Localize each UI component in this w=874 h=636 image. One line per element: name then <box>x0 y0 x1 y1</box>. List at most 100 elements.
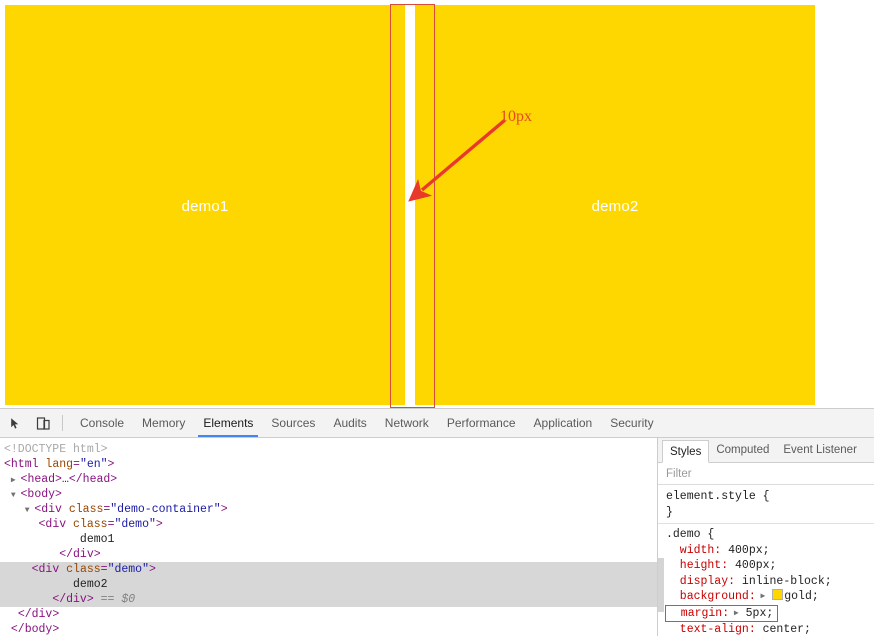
dom-token: > <box>93 548 101 561</box>
dom-token: </ <box>59 548 74 561</box>
dom-node-row[interactable]: ▼ <body> <box>0 487 657 502</box>
dom-indent <box>4 593 52 606</box>
css-selector[interactable]: .demo { <box>666 527 874 543</box>
css-property-name: text-align: <box>666 623 756 636</box>
devtools-tab-elements[interactable]: Elements <box>194 410 262 437</box>
dom-token: head <box>27 473 56 486</box>
dom-node-row[interactable]: <div class="demo"> <box>0 517 657 532</box>
css-property-name: width: <box>666 543 722 557</box>
css-rule-close: } <box>666 505 673 519</box>
styles-scroll-indicator[interactable] <box>658 558 664 612</box>
styles-tab-styles[interactable]: Styles <box>662 440 710 463</box>
inspect-cursor-icon[interactable] <box>2 411 28 435</box>
css-property-value: center; <box>755 623 811 636</box>
demo-container: demo1 demo2 <box>0 0 874 406</box>
css-property-name: background: <box>666 590 756 603</box>
styles-tab-computed[interactable]: Computed <box>709 439 776 462</box>
css-declaration[interactable]: width: 400px; <box>666 543 874 559</box>
devtools-body: <!DOCTYPE html> <html lang="en"> ▶ <head>… <box>0 438 874 636</box>
dom-node-row[interactable]: demo2 <box>0 577 657 592</box>
devtools-tab-application[interactable]: Application <box>525 410 602 437</box>
devtools-tab-console[interactable]: Console <box>71 410 133 437</box>
dom-token <box>66 518 73 531</box>
chevron-down-icon[interactable]: ▼ <box>25 506 35 515</box>
dom-token: div <box>31 608 53 621</box>
css-declaration-text: width: 400px; <box>666 544 770 557</box>
css-property-name: height: <box>666 559 729 572</box>
dom-indent <box>4 503 25 516</box>
css-declaration-text: background: ▶ gold; <box>666 589 819 603</box>
demo-box-2-label: demo2 <box>591 198 639 215</box>
css-declaration[interactable]: display: inline-block; <box>666 574 874 590</box>
dom-token: class <box>73 518 108 531</box>
css-selector[interactable]: element.style { <box>666 489 874 505</box>
dom-node-row[interactable]: <html lang="en"> <box>0 457 657 472</box>
dom-indent <box>4 608 18 621</box>
devtools-tab-audits[interactable]: Audits <box>324 410 375 437</box>
dom-node-row[interactable]: <!DOCTYPE html> <box>0 442 657 457</box>
css-declaration-text: margin: ▶ 5px; <box>665 604 779 622</box>
chevron-right-icon[interactable]: ▶ <box>729 609 739 618</box>
dom-node-row[interactable]: demo1 <box>0 532 657 547</box>
dom-token: div <box>66 593 87 606</box>
dom-token: > <box>86 593 94 606</box>
styles-rules-list: element.style {} .demo { width: 400px; he… <box>658 485 874 636</box>
dom-token: == $0 <box>93 593 136 606</box>
dom-token: > <box>148 563 156 576</box>
chevron-down-icon[interactable]: ▼ <box>11 491 21 500</box>
css-rule-block: element.style {} <box>666 489 874 520</box>
dom-indent <box>4 623 11 636</box>
styles-tabbar: Styles Computed Event Listener <box>658 438 874 463</box>
dom-token: <!DOCTYPE html> <box>4 443 108 456</box>
dom-token: div <box>41 503 62 516</box>
css-declaration[interactable]: height: 400px; <box>666 558 874 574</box>
chevron-right-icon[interactable]: ▶ <box>11 476 21 485</box>
device-toolbar-icon[interactable] <box>30 411 56 435</box>
devtools-toolbar: Console Memory Elements Sources Audits Networ… <box>0 409 874 438</box>
color-swatch-icon[interactable] <box>772 589 784 600</box>
dom-indent <box>4 533 80 546</box>
dom-token: "demo-container" <box>110 503 221 516</box>
dom-token: demo1 <box>79 533 115 546</box>
dom-node-row[interactable]: ▼ <div class="demo-container"> <box>0 502 657 517</box>
css-declaration[interactable]: background: ▶ gold; <box>666 589 874 605</box>
dom-token: </ <box>10 623 25 636</box>
css-declaration[interactable]: margin: ▶ 5px; <box>665 604 874 622</box>
dom-tree-pane[interactable]: <!DOCTYPE html> <html lang="en"> ▶ <head>… <box>0 438 657 636</box>
devtools-panel: Console Memory Elements Sources Audits Networ… <box>0 408 874 636</box>
css-declaration[interactable]: text-align: center; <box>666 622 874 636</box>
devtools-tab-performance[interactable]: Performance <box>438 410 525 437</box>
dom-token: = <box>73 458 80 471</box>
dom-token: > <box>107 458 115 471</box>
styles-tab-event-listener[interactable]: Event Listener <box>776 439 864 462</box>
dom-indent <box>4 578 73 591</box>
dom-node-row[interactable]: ▶ <head>…</head> <box>0 472 657 487</box>
devtools-tab-network[interactable]: Network <box>376 410 438 437</box>
dom-node-row[interactable]: </div> <box>0 607 657 622</box>
dom-token: "demo" <box>107 563 149 576</box>
dom-indent <box>4 548 59 561</box>
css-property-value: 5px; <box>738 606 774 620</box>
dom-token: div <box>38 563 60 576</box>
devtools-tab-security[interactable]: Security <box>601 410 662 437</box>
dom-token: < <box>31 563 39 576</box>
css-property-name: display: <box>666 574 736 588</box>
dom-token: body <box>24 623 53 636</box>
devtools-tab-memory[interactable]: Memory <box>133 410 194 437</box>
styles-filter-input[interactable]: Filter <box>658 463 874 485</box>
dom-node-row[interactable]: </body> <box>0 622 657 636</box>
dom-token: </ <box>17 608 32 621</box>
dom-node-row[interactable]: <div class="demo"> <box>0 562 657 577</box>
dom-token: > <box>155 518 163 531</box>
dom-node-row[interactable]: </div> <box>0 547 657 562</box>
devtools-tab-sources[interactable]: Sources <box>262 410 324 437</box>
dom-token: div <box>45 518 67 531</box>
dom-token: > <box>220 503 228 516</box>
css-declaration-text: height: 400px; <box>666 559 777 572</box>
dom-node-row[interactable]: </div> == $0 <box>0 592 657 607</box>
css-property-value: inline-block; <box>735 574 832 588</box>
dom-token: "demo" <box>114 518 156 531</box>
dom-token: demo2 <box>73 578 108 591</box>
dom-token: html <box>10 458 39 471</box>
chevron-right-icon[interactable]: ▶ <box>756 592 766 601</box>
